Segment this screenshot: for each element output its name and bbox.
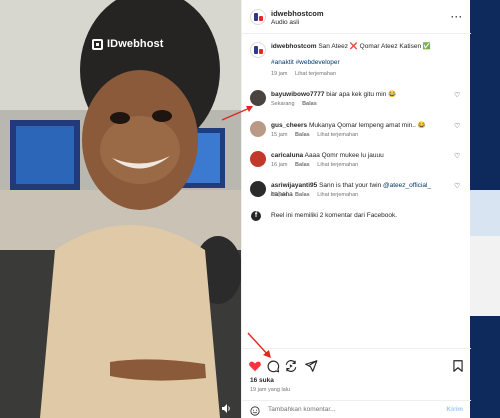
comment-meta: 16 jam Balas Lihat terjemahan xyxy=(271,162,364,168)
caption: idwebhostcom San Ateez ❌ Qomar Ateez Kat… xyxy=(271,42,451,51)
comment-time: 16 jam xyxy=(271,162,288,168)
facebook-icon: f xyxy=(251,211,261,221)
comment-input[interactable]: Tambahkan komentar... xyxy=(268,406,336,413)
more-options-icon[interactable]: ··· xyxy=(451,12,463,22)
caption-text: San Ateez ❌ Qomar Ateez Katisen ✅ xyxy=(318,43,431,50)
comment-text: bayuwibowo7777 biar apa kek gitu min 😂 xyxy=(271,91,397,98)
mute-toggle[interactable] xyxy=(222,404,234,414)
background-promo-banner xyxy=(470,236,500,316)
comment-username[interactable]: bayuwibowo7777 xyxy=(271,91,324,98)
comment-time: 15 jam xyxy=(271,132,288,138)
likes-count[interactable]: 16 suka xyxy=(250,377,274,384)
action-bar: 16 suka 19 jam yang lalu xyxy=(242,348,471,408)
reply-button[interactable]: Balas xyxy=(295,132,310,138)
like-comment-icon[interactable]: ♡ xyxy=(454,123,461,130)
background-promo-banner xyxy=(470,190,500,240)
watermark-brand-text: IDwebhost xyxy=(107,38,164,50)
like-comment-icon[interactable]: ♡ xyxy=(454,183,461,190)
post-header: idwebhostcom Audio asli ··· xyxy=(242,0,471,34)
idwebhost-logo-icon xyxy=(92,38,103,50)
heart-filled-icon[interactable] xyxy=(248,359,262,373)
background-right-strip xyxy=(470,0,500,418)
caption-meta: 19 jam Lihat terjemahan xyxy=(271,71,342,77)
reply-button[interactable]: Balas xyxy=(295,162,310,168)
reply-button[interactable]: Balas xyxy=(302,101,317,107)
translate-link[interactable]: Lihat terjemahan xyxy=(317,132,358,138)
save-icon[interactable] xyxy=(451,359,465,373)
avatar[interactable] xyxy=(250,121,266,137)
header-username[interactable]: idwebhostcom xyxy=(271,9,324,18)
post-comment-button[interactable]: Kirim xyxy=(446,406,463,413)
comments-list: idwebhostcom San Ateez ❌ Qomar Ateez Kat… xyxy=(242,34,471,344)
avatar[interactable] xyxy=(250,151,266,167)
video-frame-illustration xyxy=(0,0,241,418)
comment-username[interactable]: asriwijayanti95 xyxy=(271,182,317,189)
emoji-icon[interactable] xyxy=(250,406,260,416)
translate-link[interactable]: Lihat terjemahan xyxy=(317,162,358,168)
watermark-brand: IDwebhost xyxy=(92,38,164,50)
comment-text: gus_cheers Mukanya Qomar lempeng amat mi… xyxy=(271,122,426,129)
comment-icon[interactable] xyxy=(266,359,280,373)
mention-link[interactable]: @ateez_official xyxy=(383,182,427,189)
share-icon[interactable] xyxy=(304,359,318,373)
avatar[interactable] xyxy=(250,181,266,197)
caption-time: 19 jam xyxy=(271,71,288,77)
reply-button[interactable]: Balas xyxy=(295,192,310,198)
translate-link[interactable]: Lihat terjemahan xyxy=(317,192,358,198)
comment-time: 19 jam xyxy=(271,192,288,198)
comment-text: caricaluna Aaaa Qomr mukee lu jauuu xyxy=(271,152,384,159)
speaker-icon xyxy=(222,404,230,413)
add-comment-bar: Tambahkan komentar... Kirim xyxy=(242,400,471,418)
remix-icon[interactable] xyxy=(284,359,298,373)
comment-meta: 15 jam Balas Lihat terjemahan xyxy=(271,132,364,138)
caption-username[interactable]: idwebhostcom xyxy=(271,43,317,50)
caption-hashtags[interactable]: #anaktit #webdeveloper xyxy=(271,58,451,67)
reel-video[interactable]: IDwebhost xyxy=(0,0,241,418)
avatar[interactable] xyxy=(250,42,266,58)
post-time: 19 jam yang lalu xyxy=(250,387,291,393)
comment-time: Sekarang xyxy=(271,101,295,107)
post-detail-panel: idwebhostcom Audio asli ··· idwebhostcom… xyxy=(241,0,471,418)
avatar[interactable] xyxy=(250,9,266,25)
comment-meta: Sekarang Balas xyxy=(271,101,323,107)
facebook-comments-note[interactable]: Reel ini memiliki 2 komentar dari Facebo… xyxy=(271,212,397,219)
comment-username[interactable]: caricaluna xyxy=(271,152,303,159)
translate-link[interactable]: Lihat terjemahan xyxy=(295,71,336,77)
comment-meta: 19 jam Balas Lihat terjemahan xyxy=(271,192,364,198)
like-comment-icon[interactable]: ♡ xyxy=(454,92,461,99)
like-comment-icon[interactable]: ♡ xyxy=(454,153,461,160)
audio-link[interactable]: Audio asli xyxy=(271,19,299,26)
comment-username[interactable]: gus_cheers xyxy=(271,122,307,129)
avatar[interactable] xyxy=(250,90,266,106)
